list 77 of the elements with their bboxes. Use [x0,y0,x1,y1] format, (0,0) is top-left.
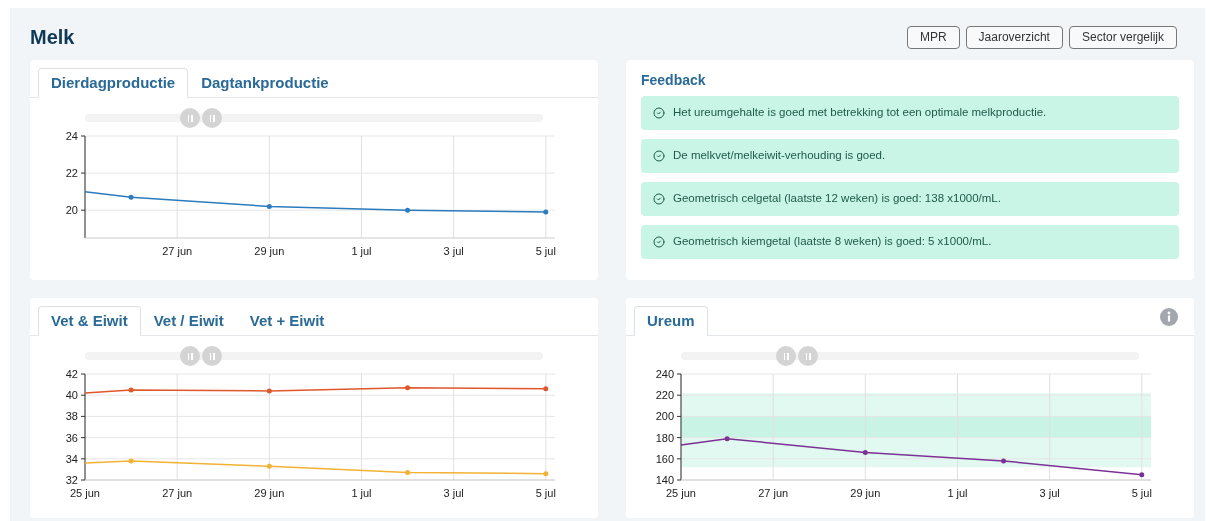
axis-label: 27 jun [162,487,193,499]
data-point [405,385,411,391]
axis-label: 27 jun [162,245,193,257]
axis-label: 34 [65,452,78,465]
data-point [405,207,411,213]
data-point [128,458,134,464]
axis-label: 1 jul [351,245,372,257]
data-point [543,386,549,392]
axis-label: 24 [65,130,78,142]
data-point [128,387,134,393]
range-slider[interactable] [681,346,1139,366]
feedback-text: Geometrisch celgetal (laatste 12 weken) is goed: 138 x1000/mL. [673,191,1001,207]
chart-tab[interactable]: Ureum [634,306,708,336]
check-circle-icon [653,236,665,248]
axis-label: 3 jul [1039,487,1060,499]
axis-label: 36 [65,431,78,444]
axis-label: 140 [655,474,674,486]
axis-label: 29 jun [850,487,881,499]
axis-label: 38 [65,410,78,423]
check-circle-icon [653,150,665,162]
axis-label: 40 [65,389,78,402]
slider-handle[interactable] [776,346,796,366]
data-point [266,463,272,469]
data-point [266,388,272,394]
chart-tab[interactable]: Dierdagproductie [38,68,189,98]
axis-label: 22 [65,167,78,180]
axis-label: 20 [65,204,78,217]
data-point [543,471,549,477]
axis-label: 220 [655,389,674,402]
axis-label: 42 [65,368,78,380]
axis-label: 160 [655,452,674,465]
data-point [1001,458,1007,464]
slider-handle[interactable] [202,108,222,128]
axis-label: 3 jul [443,245,464,257]
axis-label: 32 [65,474,78,486]
axis-label: 5 jul [1131,487,1152,499]
data-point [266,203,272,209]
data-point [862,449,868,455]
feedback-text: Het ureumgehalte is goed met betrekking tot een optimale melkproductie. [673,105,1047,121]
axis-label: 5 jul [535,245,556,257]
chart-tab[interactable]: Vet / Eiwit [140,306,237,336]
slider-handle[interactable] [180,108,200,128]
range-slider[interactable] [85,108,543,128]
data-point [724,436,730,442]
data-point [1139,472,1145,478]
data-point [128,194,134,200]
nav-button[interactable]: MPR [906,25,960,49]
nav-button[interactable]: Sector vergelijk [1068,25,1177,49]
slider-handle[interactable] [202,346,222,366]
slider-handle[interactable] [180,346,200,366]
chart-tab[interactable]: Vet & Eiwit [38,306,141,336]
axis-label: 25 jun [666,487,696,499]
chart-tab[interactable]: Dagtankproductie [188,68,342,98]
chart-tab[interactable]: Vet + Eiwit [236,306,338,336]
feedback-text: De melkvet/melkeiwit-verhouding is goed. [673,148,886,164]
axis-label: 1 jul [351,487,372,499]
axis-label: 5 jul [535,487,556,499]
data-point [543,209,549,215]
axis-label: 200 [655,410,674,423]
feedback-text: Geometrisch kiemgetal (laatste 8 weken) is goed: 5 x1000/mL. [673,234,992,250]
card-title: Feedback [641,71,707,90]
axis-label: 27 jun [758,487,789,499]
axis-label: 240 [655,368,674,380]
data-point [405,470,411,476]
axis-label: 3 jul [443,487,464,499]
slider-handle[interactable] [798,346,818,366]
info-icon[interactable] [1160,308,1178,326]
axis-label: 180 [655,431,674,444]
nav-button[interactable]: Jaaroverzicht [965,25,1063,49]
check-circle-icon [653,107,665,119]
check-circle-icon [653,193,665,205]
range-slider[interactable] [85,346,543,366]
axis-label: 29 jun [254,487,285,499]
axis-label: 1 jul [947,487,968,499]
page-title: Melk [30,25,75,50]
axis-label: 25 jun [70,487,100,499]
axis-label: 29 jun [254,245,285,257]
